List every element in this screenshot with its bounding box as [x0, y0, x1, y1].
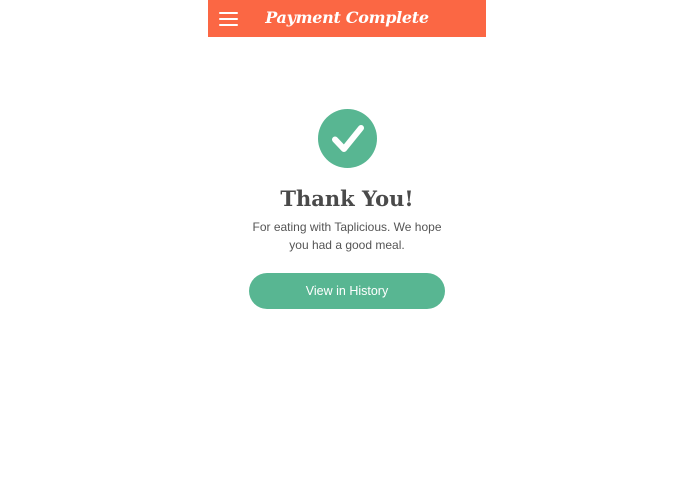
payment-complete-screen: Payment Complete Thank You! For eating w… — [208, 0, 486, 494]
checkmark-circle-icon — [318, 109, 377, 168]
top-app-bar: Payment Complete — [208, 0, 486, 37]
page-title: Payment Complete — [265, 8, 429, 27]
thank-you-message: For eating with Taplicious. We hope you … — [252, 220, 442, 252]
view-in-history-button[interactable]: View in History — [249, 273, 445, 309]
thank-you-heading: Thank You! — [280, 186, 414, 211]
checkmark-icon — [332, 125, 364, 152]
